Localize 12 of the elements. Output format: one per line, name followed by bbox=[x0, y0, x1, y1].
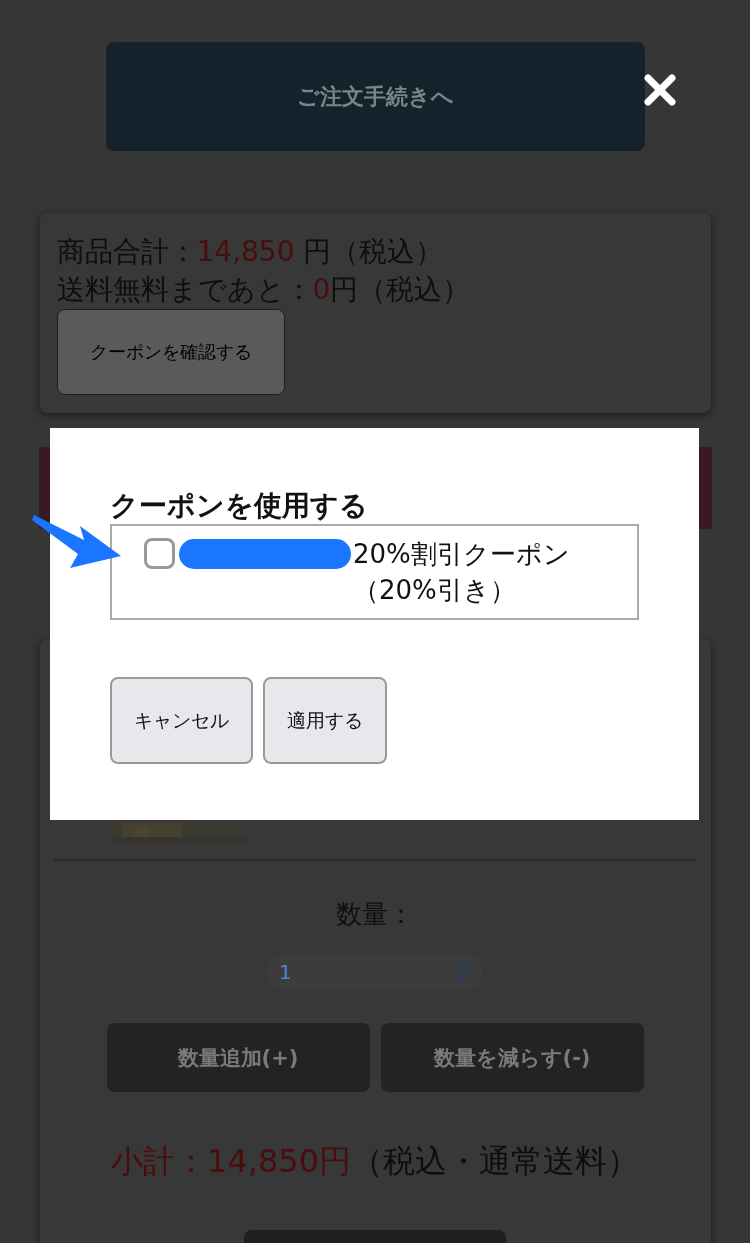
checkbox[interactable] bbox=[144, 538, 175, 569]
dialog-button[interactable]: 適用する bbox=[263, 677, 387, 764]
quantity-select[interactable]: 1 bbox=[267, 954, 483, 990]
close-icon[interactable] bbox=[643, 73, 677, 107]
coupon-label[interactable]: 20%割引クーポン（20%引き） bbox=[353, 536, 625, 608]
dialog-button[interactable]: キャンセル bbox=[110, 677, 253, 764]
chevron-icon bbox=[455, 962, 471, 982]
checkout-button[interactable]: ご注文手続きへ bbox=[105, 42, 645, 151]
dialog-title: クーポンを使用する bbox=[110, 488, 369, 524]
quantity-button[interactable]: 数量追加(+) bbox=[106, 1023, 370, 1092]
quantity-button[interactable]: 数量を減らす(-) bbox=[380, 1023, 644, 1092]
coupon-check-button[interactable]: クーポンを確認する bbox=[56, 309, 285, 395]
